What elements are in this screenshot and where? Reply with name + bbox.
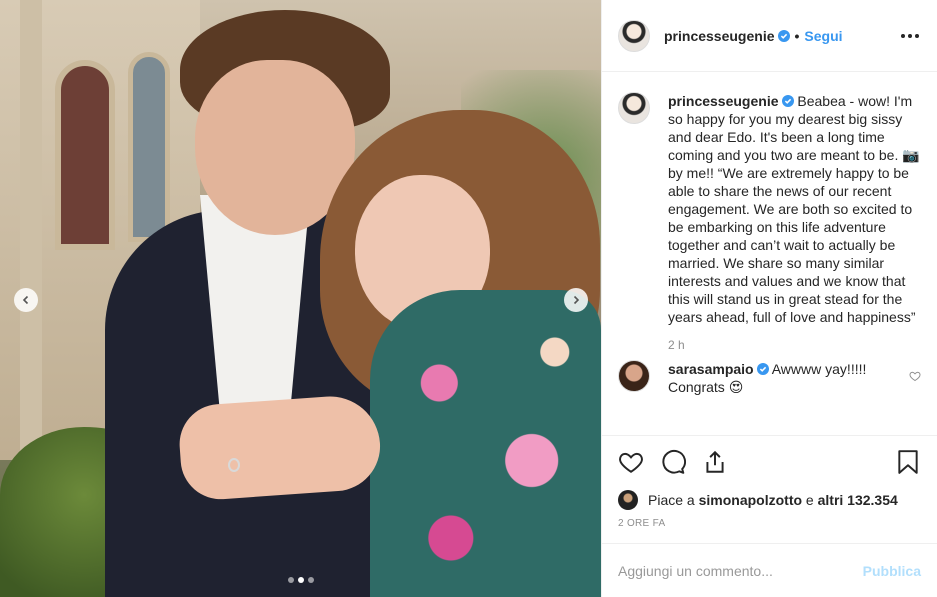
bookmark-icon[interactable] (895, 449, 921, 475)
post-side-panel: princesseugenie • Segui princesseugenie … (601, 0, 937, 597)
avatar[interactable] (618, 19, 650, 52)
caption-username[interactable]: princesseugenie (668, 93, 779, 109)
likes-count-link[interactable]: altri 132.354 (818, 492, 898, 508)
verified-badge-icon (756, 363, 769, 375)
carousel-next-button[interactable] (564, 288, 588, 312)
likes-user-link[interactable]: simonapolzotto (699, 492, 802, 508)
comment-like-heart-icon[interactable] (909, 370, 921, 382)
photo-engagement-ring (228, 458, 240, 472)
comment-input[interactable] (618, 562, 863, 579)
verified-badge-icon (777, 29, 790, 42)
carousel-prev-button[interactable] (14, 288, 38, 312)
post-actions: Piace a simonapolzotto e altri 132.354 2… (602, 435, 937, 543)
header-separator: • (794, 27, 800, 44)
comment-item: sarasampaio Awwww yay!!!!! Congrats 😍 (618, 360, 921, 396)
caption-timestamp[interactable]: 2 h (668, 338, 921, 352)
caption-text-block: princesseugenie Beabea - wow! I'm so hap… (668, 92, 921, 326)
add-comment-bar: Pubblica (602, 543, 937, 597)
heart-icon[interactable] (618, 449, 644, 475)
comment-text-block: sarasampaio Awwww yay!!!!! Congrats 😍 (668, 360, 888, 396)
comment-bubble-icon[interactable] (660, 449, 686, 475)
comment-username[interactable]: sarasampaio (668, 361, 754, 377)
follow-button[interactable]: Segui (804, 28, 842, 44)
post-timestamp[interactable]: 2 ORE FA (618, 518, 921, 529)
carousel-dot (297, 577, 304, 583)
photo-pillar (20, 0, 42, 470)
likes-summary: Piace a simonapolzotto e altri 132.354 (618, 488, 921, 512)
chevron-left-icon (22, 295, 29, 305)
avatar[interactable] (618, 360, 650, 392)
chevron-right-icon (573, 295, 580, 305)
avatar[interactable] (618, 92, 650, 124)
carousel-dot (287, 577, 294, 583)
photo-hand (176, 393, 384, 502)
carousel-indicator (0, 577, 601, 583)
header-username[interactable]: princesseugenie (664, 28, 775, 44)
avatar[interactable] (618, 490, 638, 510)
carousel-dot (307, 577, 314, 583)
post-caption: princesseugenie Beabea - wow! I'm so hap… (618, 92, 921, 326)
comments-section: princesseugenie Beabea - wow! I'm so hap… (602, 72, 937, 435)
more-options-icon[interactable] (899, 28, 921, 44)
likes-middle: e (805, 492, 814, 508)
publish-button[interactable]: Pubblica (863, 563, 921, 579)
post-header: princesseugenie • Segui (602, 0, 937, 72)
photo-window (128, 52, 170, 242)
photo-floral-dress (370, 290, 601, 597)
post-viewer: princesseugenie • Segui princesseugenie … (0, 0, 937, 597)
post-photo[interactable] (0, 0, 601, 597)
verified-badge-icon (781, 95, 794, 107)
caption-text: Beabea - wow! I'm so happy for you my de… (668, 93, 920, 325)
photo-window (55, 60, 115, 250)
likes-prefix: Piace a (648, 492, 695, 508)
action-icons-row (618, 436, 921, 488)
share-icon[interactable] (702, 449, 728, 475)
